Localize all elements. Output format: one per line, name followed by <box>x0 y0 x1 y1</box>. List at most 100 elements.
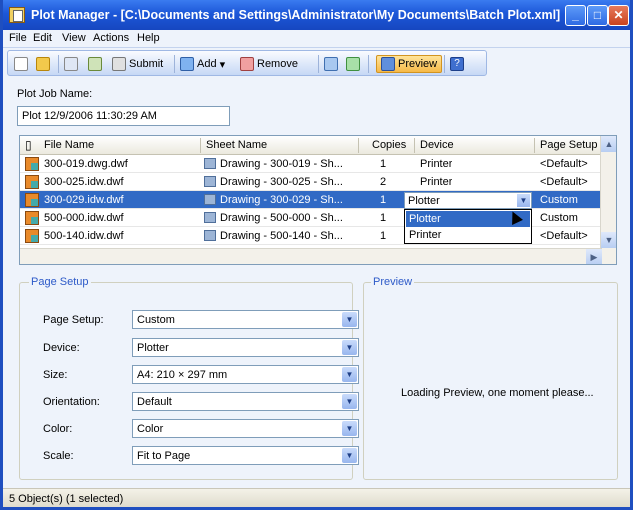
chevron-down-icon[interactable]: ▼ <box>342 367 357 382</box>
column-page-setup[interactable]: Page Setup <box>540 139 598 151</box>
preview-group <box>363 282 618 480</box>
column-separator <box>358 138 359 153</box>
grid-horizontal-scrollbar[interactable]: ▶ <box>20 248 602 264</box>
minimize-button[interactable]: _ <box>565 5 586 26</box>
grid-header: ▯ File Name Sheet Name Copies Device Pag… <box>20 136 616 155</box>
toolbar-separator <box>318 55 319 73</box>
page-setup-select[interactable]: Custom ▼ <box>132 310 359 329</box>
save-button[interactable] <box>64 55 78 73</box>
size-value: A4: 210 × 297 mm <box>137 369 228 381</box>
row-file-name: 300-029.idw.dwf <box>44 194 124 206</box>
orientation-select[interactable]: Default ▼ <box>132 392 359 411</box>
submit-label: Submit <box>129 58 164 70</box>
menu-file[interactable]: File <box>9 32 27 44</box>
menu-help[interactable]: Help <box>137 32 160 44</box>
title-bar[interactable]: Plot Manager - [C:\Documents and Setting… <box>3 0 630 30</box>
plot-manager-app-icon <box>9 7 25 23</box>
orientation-label: Orientation: <box>43 396 100 408</box>
chevron-down-icon[interactable]: ▼ <box>342 340 357 355</box>
menu-view[interactable]: View <box>62 32 86 44</box>
scroll-up-icon[interactable]: ▲ <box>601 136 616 152</box>
page-setup-label: Page Setup: <box>43 314 104 326</box>
dropdown-option-printer[interactable]: Printer <box>406 227 530 243</box>
row-file-name: 500-000.idw.dwf <box>44 212 124 224</box>
menu-actions[interactable]: Actions <box>93 32 129 44</box>
row-copies[interactable]: 1 <box>380 158 386 170</box>
preview-label: Preview <box>398 58 438 70</box>
row-page-setup[interactable]: Custom <box>540 212 578 224</box>
dwf-file-icon <box>25 193 39 207</box>
plot-job-name-label: Plot Job Name: <box>17 88 93 100</box>
column-file-name[interactable]: File Name <box>44 139 94 151</box>
row-file-name: 300-025.idw.dwf <box>44 176 124 188</box>
menu-edit[interactable]: Edit <box>33 32 52 44</box>
page-setup-group-label: Page Setup <box>29 276 91 288</box>
row-page-setup[interactable]: Custom <box>540 194 578 206</box>
sheet-icon <box>204 194 216 205</box>
column-sheet-name[interactable]: Sheet Name <box>206 139 267 151</box>
move-down-icon <box>346 57 360 71</box>
column-copies[interactable]: Copies <box>372 139 406 151</box>
maximize-button[interactable]: □ <box>587 5 608 26</box>
color-select[interactable]: Color ▼ <box>132 419 359 438</box>
row-device[interactable]: Printer <box>420 176 452 188</box>
file-header-icon: ▯ <box>25 138 32 152</box>
add-button[interactable]: Add ▾ <box>180 55 225 73</box>
orientation-value: Default <box>137 396 172 408</box>
help-button[interactable]: ? <box>450 55 464 73</box>
column-separator <box>534 138 535 153</box>
column-device[interactable]: Device <box>420 139 454 151</box>
plot-job-name-input[interactable]: Plot 12/9/2006 11:30:29 AM <box>17 106 230 126</box>
chevron-down-icon[interactable]: ▼ <box>342 421 357 436</box>
open-folder-icon <box>36 57 50 71</box>
device-dropdown-value: Plotter <box>408 195 440 207</box>
device-select[interactable]: Plotter ▼ <box>132 338 359 357</box>
close-button[interactable]: ✕ <box>608 5 629 26</box>
move-down-button[interactable] <box>346 55 360 73</box>
scroll-down-icon[interactable]: ▼ <box>601 232 616 248</box>
grid-vertical-scrollbar[interactable]: ▲ ▼ <box>600 136 616 264</box>
chevron-down-icon[interactable]: ▼ <box>342 448 357 463</box>
properties-button[interactable] <box>88 55 102 73</box>
sheet-icon <box>204 176 216 187</box>
row-page-setup[interactable]: <Default> <box>540 158 588 170</box>
row-copies[interactable]: 1 <box>380 194 386 206</box>
status-bar: 5 Object(s) (1 selected) <box>3 488 630 507</box>
remove-icon <box>240 57 254 71</box>
preview-icon <box>381 57 395 71</box>
add-label: Add <box>197 58 217 70</box>
column-separator <box>414 138 415 153</box>
new-button[interactable] <box>14 55 28 73</box>
row-copies[interactable]: 1 <box>380 230 386 242</box>
save-icon <box>64 57 78 71</box>
sheet-icon <box>204 158 216 169</box>
page-setup-value: Custom <box>137 314 175 326</box>
dwf-file-icon <box>25 175 39 189</box>
row-device[interactable]: Printer <box>420 158 452 170</box>
row-copies[interactable]: 2 <box>380 176 386 188</box>
size-select[interactable]: A4: 210 × 297 mm ▼ <box>132 365 359 384</box>
row-page-setup[interactable]: <Default> <box>540 176 588 188</box>
properties-icon <box>88 57 102 71</box>
scroll-right-icon[interactable]: ▶ <box>586 249 602 264</box>
toolbar: Submit Add ▾ Remove Preview ? <box>7 50 487 76</box>
device-value: Plotter <box>137 342 169 354</box>
device-dropdown[interactable]: Plotter ▼ <box>404 192 532 209</box>
remove-button[interactable]: Remove <box>240 55 298 73</box>
scale-select[interactable]: Fit to Page ▼ <box>132 446 359 465</box>
color-value: Color <box>137 423 164 435</box>
row-page-setup[interactable]: <Default> <box>540 230 588 242</box>
submit-button[interactable]: Submit <box>112 55 163 73</box>
table-row[interactable]: 300-019.dwg.dwf Drawing - 300-019 - Sh..… <box>20 155 602 173</box>
chevron-down-icon[interactable]: ▼ <box>342 394 357 409</box>
size-label: Size: <box>43 369 68 381</box>
chevron-down-icon[interactable]: ▼ <box>342 312 357 327</box>
table-row[interactable]: 300-025.idw.dwf Drawing - 300-025 - Sh..… <box>20 173 602 191</box>
open-button[interactable] <box>36 55 50 73</box>
row-file-name: 500-140.idw.dwf <box>44 230 124 242</box>
preview-button[interactable]: Preview <box>376 55 443 73</box>
move-up-button[interactable] <box>324 55 338 73</box>
chevron-down-icon[interactable]: ▼ <box>517 194 530 207</box>
row-sheet-name: Drawing - 300-029 - Sh... <box>220 194 343 206</box>
row-copies[interactable]: 1 <box>380 212 386 224</box>
